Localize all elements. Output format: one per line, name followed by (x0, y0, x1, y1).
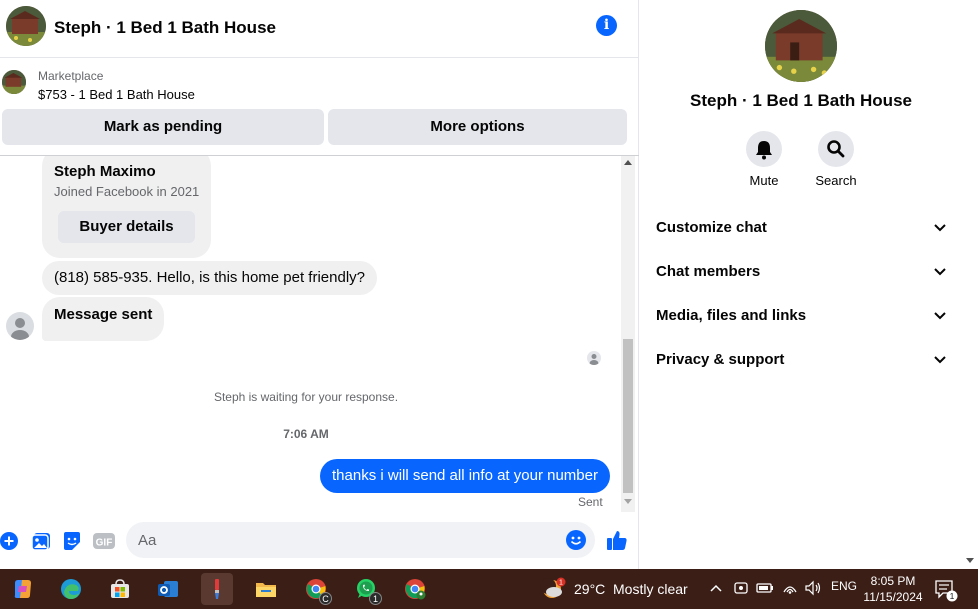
listing-title[interactable]: $753 - 1 Bed 1 Bath House (38, 87, 195, 102)
waiting-notice: Steph is waiting for your response. (213, 390, 399, 404)
incoming-message[interactable]: Message sent (42, 297, 165, 341)
panel-title: Steph · 1 Bed 1 Bath House (690, 91, 912, 110)
chat-column: Steph · 1 Bed 1 Bath House i Marketplace… (0, 0, 639, 569)
buyer-card: Steph Maximo Joined Facebook in 2021 Buy… (42, 156, 211, 258)
marketplace-label: Marketplace (38, 69, 104, 83)
chevron-down-icon (934, 268, 946, 276)
search-label: Search (815, 173, 857, 188)
chat-title[interactable]: Steph · 1 Bed 1 Bath House (54, 18, 276, 38)
weather-temp: 29°C (574, 581, 606, 597)
whatsapp-badge: 1 (369, 592, 382, 605)
messenger-app: Steph · 1 Bed 1 Bath House i Marketplace… (0, 0, 978, 569)
section-label: Media, files and links (656, 307, 807, 324)
section-label: Chat members (656, 263, 761, 280)
more-options-button[interactable]: More options (328, 109, 627, 145)
section-chat-members[interactable]: Chat members (656, 255, 950, 287)
system-clock[interactable]: 8:05 PM 11/15/2024 (862, 573, 924, 605)
read-receipt-icon (587, 351, 601, 365)
gif-label: GIF (96, 538, 113, 549)
weather-moon-icon: 1 (540, 577, 566, 598)
weather-alert-count: 1 (559, 580, 563, 587)
chrome-profile-icon[interactable] (399, 573, 431, 605)
paint-app-icon[interactable] (201, 573, 233, 605)
buyer-joined: Joined Facebook in 2021 (54, 184, 200, 199)
mark-as-pending-button[interactable]: Mark as pending (2, 109, 324, 145)
search-icon[interactable] (818, 131, 854, 167)
chat-info-panel: Steph · 1 Bed 1 Bath House Mute Search C… (640, 0, 962, 569)
copilot-icon[interactable] (7, 573, 39, 605)
mute-label: Mute (749, 173, 779, 188)
message-scrollbar[interactable] (621, 156, 635, 512)
scroll-down-arrow-icon[interactable] (966, 558, 974, 563)
emoji-icon[interactable] (566, 530, 586, 550)
sent-status: Sent (578, 495, 603, 509)
whatsapp-icon[interactable]: 1 (350, 573, 382, 605)
weather-condition: Mostly clear (613, 581, 688, 597)
edge-icon[interactable] (55, 573, 87, 605)
incoming-message[interactable]: (818) 585-935. Hello, is this home pet f… (42, 261, 378, 295)
gif-icon[interactable]: GIF (93, 531, 115, 551)
message-input[interactable] (138, 522, 558, 558)
mute-button[interactable]: Mute (734, 131, 794, 188)
section-media-files-links[interactable]: Media, files and links (656, 299, 950, 331)
page-scrollbar[interactable] (962, 0, 978, 569)
chrome-profile-badge: C (319, 592, 332, 605)
message-list[interactable]: Steph Maximo Joined Facebook in 2021 Buy… (0, 156, 621, 512)
section-privacy-support[interactable]: Privacy & support (656, 343, 950, 375)
chevron-down-icon (934, 312, 946, 320)
thumbs-up-icon[interactable] (606, 529, 628, 551)
sender-avatar[interactable] (6, 312, 34, 340)
clock-time: 8:05 PM (870, 574, 916, 588)
language-indicator[interactable]: ENG (831, 579, 857, 593)
sticker-icon[interactable] (62, 531, 82, 551)
info-icon[interactable]: i (596, 15, 617, 36)
marketplace-bar: Marketplace $753 - 1 Bed 1 Bath House Ma… (0, 58, 639, 156)
taskbar: C 1 1 29°C Mostly clear ENG 8:05 PM 11/1… (0, 569, 978, 609)
buyer-name: Steph Maximo (54, 163, 156, 180)
clock-date: 11/15/2024 (863, 590, 923, 604)
chrome-icon[interactable]: C (300, 573, 332, 605)
volume-icon[interactable] (804, 580, 822, 596)
weather-widget[interactable]: 1 29°C Mostly clear (540, 577, 690, 601)
chevron-down-icon (934, 356, 946, 364)
section-label: Privacy & support (656, 351, 785, 368)
section-customize-chat[interactable]: Customize chat (656, 211, 950, 243)
message-timestamp: 7:06 AM (283, 427, 329, 441)
image-icon[interactable] (31, 531, 51, 551)
search-button[interactable]: Search (806, 131, 866, 188)
composer: GIF (0, 520, 639, 564)
battery-icon[interactable] (756, 580, 774, 596)
scroll-thumb[interactable] (623, 339, 633, 493)
section-label: Customize chat (656, 219, 767, 236)
panel-avatar[interactable] (765, 10, 837, 82)
notification-count: 1 (950, 591, 955, 601)
notification-center-icon[interactable]: 1 (934, 578, 958, 602)
wifi-icon[interactable] (782, 580, 798, 596)
chevron-down-icon (934, 224, 946, 232)
chat-avatar[interactable] (6, 6, 46, 46)
bell-icon[interactable] (746, 131, 782, 167)
outlook-icon[interactable] (152, 573, 184, 605)
scroll-down-arrow-icon[interactable] (624, 499, 632, 504)
chevron-up-icon[interactable] (709, 581, 723, 595)
store-icon[interactable] (104, 573, 136, 605)
scroll-up-arrow-icon[interactable] (624, 160, 632, 165)
message-input-box[interactable] (126, 522, 595, 558)
buyer-details-button[interactable]: Buyer details (58, 211, 195, 243)
meet-now-icon[interactable] (733, 580, 749, 596)
listing-thumbnail[interactable] (2, 70, 26, 94)
file-explorer-icon[interactable] (250, 573, 282, 605)
chat-header: Steph · 1 Bed 1 Bath House i (0, 0, 639, 58)
plus-icon[interactable] (0, 531, 20, 551)
outgoing-message[interactable]: thanks i will send all info at your numb… (320, 459, 610, 493)
